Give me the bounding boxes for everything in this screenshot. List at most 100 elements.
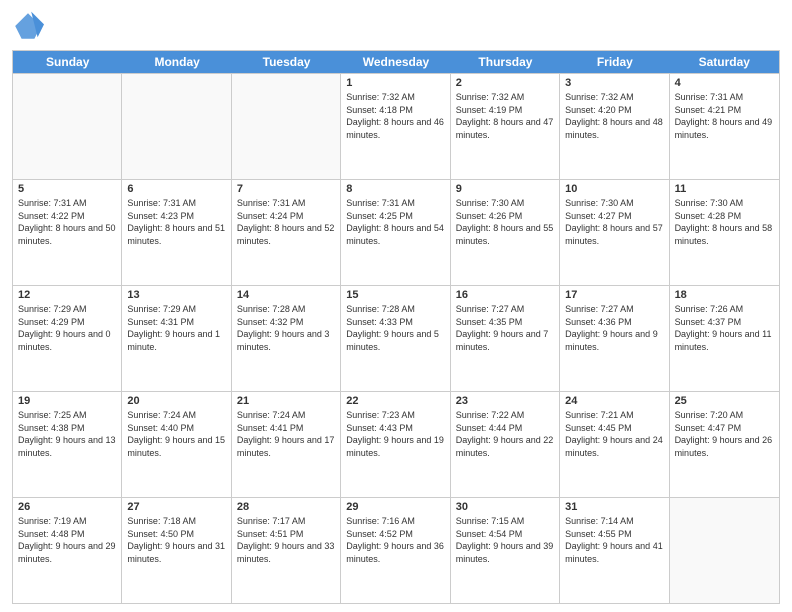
day-number: 20 [127, 395, 225, 407]
cell-content: Sunrise: 7:25 AM Sunset: 4:38 PM Dayligh… [18, 409, 116, 459]
calendar-row-3: 19 Sunrise: 7:25 AM Sunset: 4:38 PM Dayli… [13, 391, 779, 497]
cell-content: Sunrise: 7:31 AM Sunset: 4:25 PM Dayligh… [346, 197, 444, 247]
day-cell-28: 28 Sunrise: 7:17 AM Sunset: 4:51 PM Dayli… [232, 498, 341, 603]
cell-content: Sunrise: 7:20 AM Sunset: 4:47 PM Dayligh… [675, 409, 774, 459]
day-number: 23 [456, 395, 554, 407]
cell-content: Sunrise: 7:15 AM Sunset: 4:54 PM Dayligh… [456, 515, 554, 565]
logo-icon [12, 10, 44, 42]
cell-content: Sunrise: 7:21 AM Sunset: 4:45 PM Dayligh… [565, 409, 663, 459]
day-number: 21 [237, 395, 335, 407]
day-cell-20: 20 Sunrise: 7:24 AM Sunset: 4:40 PM Dayli… [122, 392, 231, 497]
cell-content: Sunrise: 7:31 AM Sunset: 4:23 PM Dayligh… [127, 197, 225, 247]
cell-content: Sunrise: 7:28 AM Sunset: 4:33 PM Dayligh… [346, 303, 444, 353]
cell-content: Sunrise: 7:30 AM Sunset: 4:27 PM Dayligh… [565, 197, 663, 247]
day-cell-19: 19 Sunrise: 7:25 AM Sunset: 4:38 PM Dayli… [13, 392, 122, 497]
day-number: 24 [565, 395, 663, 407]
cell-content: Sunrise: 7:30 AM Sunset: 4:28 PM Dayligh… [675, 197, 774, 247]
header-day-friday: Friday [560, 51, 669, 73]
header-day-wednesday: Wednesday [341, 51, 450, 73]
cell-content: Sunrise: 7:17 AM Sunset: 4:51 PM Dayligh… [237, 515, 335, 565]
cell-content: Sunrise: 7:23 AM Sunset: 4:43 PM Dayligh… [346, 409, 444, 459]
day-number: 2 [456, 77, 554, 89]
cell-content: Sunrise: 7:29 AM Sunset: 4:29 PM Dayligh… [18, 303, 116, 353]
logo [12, 10, 48, 42]
cell-content: Sunrise: 7:27 AM Sunset: 4:36 PM Dayligh… [565, 303, 663, 353]
day-cell-23: 23 Sunrise: 7:22 AM Sunset: 4:44 PM Dayli… [451, 392, 560, 497]
day-number: 30 [456, 501, 554, 513]
day-cell-26: 26 Sunrise: 7:19 AM Sunset: 4:48 PM Dayli… [13, 498, 122, 603]
day-number: 18 [675, 289, 774, 301]
cell-content: Sunrise: 7:31 AM Sunset: 4:21 PM Dayligh… [675, 91, 774, 141]
day-cell-16: 16 Sunrise: 7:27 AM Sunset: 4:35 PM Dayli… [451, 286, 560, 391]
day-cell-25: 25 Sunrise: 7:20 AM Sunset: 4:47 PM Dayli… [670, 392, 779, 497]
day-cell-27: 27Sunrise: 7:18 AM Sunset: 4:50 PM Dayli… [122, 498, 231, 603]
cell-content: Sunrise: 7:22 AM Sunset: 4:44 PM Dayligh… [456, 409, 554, 459]
header-day-thursday: Thursday [451, 51, 560, 73]
day-number: 17 [565, 289, 663, 301]
empty-cell [13, 74, 122, 179]
day-number: 19 [18, 395, 116, 407]
day-number: 10 [565, 183, 663, 195]
day-number: 28 [237, 501, 335, 513]
day-number: 9 [456, 183, 554, 195]
day-cell-18: 18 Sunrise: 7:26 AM Sunset: 4:37 PM Dayli… [670, 286, 779, 391]
cell-content: Sunrise: 7:19 AM Sunset: 4:48 PM Dayligh… [18, 515, 116, 565]
calendar-row-0: 1 Sunrise: 7:32 AM Sunset: 4:18 PM Daylig… [13, 73, 779, 179]
cell-content: Sunrise: 7:32 AM Sunset: 4:20 PM Dayligh… [565, 91, 663, 141]
calendar: SundayMondayTuesdayWednesdayThursdayFrid… [12, 50, 780, 604]
day-cell-5: 5 Sunrise: 7:31 AM Sunset: 4:22 PM Daylig… [13, 180, 122, 285]
cell-content: Sunrise: 7:24 AM Sunset: 4:41 PM Dayligh… [237, 409, 335, 459]
header-day-sunday: Sunday [13, 51, 122, 73]
day-number: 8 [346, 183, 444, 195]
empty-cell [122, 74, 231, 179]
day-number: 27 [127, 501, 225, 513]
header-day-tuesday: Tuesday [232, 51, 341, 73]
day-number: 12 [18, 289, 116, 301]
cell-content: Sunrise: 7:32 AM Sunset: 4:18 PM Dayligh… [346, 91, 444, 141]
cell-content: Sunrise: 7:32 AM Sunset: 4:19 PM Dayligh… [456, 91, 554, 141]
day-cell-17: 17 Sunrise: 7:27 AM Sunset: 4:36 PM Dayli… [560, 286, 669, 391]
page-container: SundayMondayTuesdayWednesdayThursdayFrid… [0, 0, 792, 612]
calendar-body: 1 Sunrise: 7:32 AM Sunset: 4:18 PM Daylig… [13, 73, 779, 603]
day-number: 15 [346, 289, 444, 301]
day-number: 16 [456, 289, 554, 301]
day-number: 4 [675, 77, 774, 89]
day-cell-31: 31 Sunrise: 7:14 AM Sunset: 4:55 PM Dayli… [560, 498, 669, 603]
day-cell-29: 29Sunrise: 7:16 AM Sunset: 4:52 PM Dayli… [341, 498, 450, 603]
header [12, 10, 780, 42]
day-cell-2: 2 Sunrise: 7:32 AM Sunset: 4:19 PM Daylig… [451, 74, 560, 179]
day-number: 7 [237, 183, 335, 195]
day-number: 3 [565, 77, 663, 89]
day-cell-11: 11 Sunrise: 7:30 AM Sunset: 4:28 PM Dayli… [670, 180, 779, 285]
day-number: 31 [565, 501, 663, 513]
header-day-monday: Monday [122, 51, 231, 73]
cell-content: Sunrise: 7:30 AM Sunset: 4:26 PM Dayligh… [456, 197, 554, 247]
day-number: 11 [675, 183, 774, 195]
day-number: 25 [675, 395, 774, 407]
day-number: 29 [346, 501, 444, 513]
empty-cell [232, 74, 341, 179]
cell-content: Sunrise: 7:31 AM Sunset: 4:22 PM Dayligh… [18, 197, 116, 247]
cell-content: Sunrise: 7:27 AM Sunset: 4:35 PM Dayligh… [456, 303, 554, 353]
day-cell-21: 21 Sunrise: 7:24 AM Sunset: 4:41 PM Dayli… [232, 392, 341, 497]
cell-content: Sunrise: 7:31 AM Sunset: 4:24 PM Dayligh… [237, 197, 335, 247]
cell-content: Sunrise: 7:14 AM Sunset: 4:55 PM Dayligh… [565, 515, 663, 565]
header-day-saturday: Saturday [670, 51, 779, 73]
calendar-row-4: 26 Sunrise: 7:19 AM Sunset: 4:48 PM Dayli… [13, 497, 779, 603]
day-cell-14: 14Sunrise: 7:28 AM Sunset: 4:32 PM Dayli… [232, 286, 341, 391]
day-number: 14 [237, 289, 335, 301]
day-number: 13 [127, 289, 225, 301]
day-cell-12: 12 Sunrise: 7:29 AM Sunset: 4:29 PM Dayli… [13, 286, 122, 391]
day-cell-3: 3 Sunrise: 7:32 AM Sunset: 4:20 PM Daylig… [560, 74, 669, 179]
empty-cell [670, 498, 779, 603]
cell-content: Sunrise: 7:24 AM Sunset: 4:40 PM Dayligh… [127, 409, 225, 459]
day-cell-15: 15 Sunrise: 7:28 AM Sunset: 4:33 PM Dayli… [341, 286, 450, 391]
day-cell-4: 4 Sunrise: 7:31 AM Sunset: 4:21 PM Daylig… [670, 74, 779, 179]
day-number: 5 [18, 183, 116, 195]
day-number: 26 [18, 501, 116, 513]
cell-content: Sunrise: 7:26 AM Sunset: 4:37 PM Dayligh… [675, 303, 774, 353]
day-cell-24: 24 Sunrise: 7:21 AM Sunset: 4:45 PM Dayli… [560, 392, 669, 497]
day-number: 1 [346, 77, 444, 89]
day-cell-6: 6Sunrise: 7:31 AM Sunset: 4:23 PM Daylig… [122, 180, 231, 285]
cell-content: Sunrise: 7:29 AM Sunset: 4:31 PM Dayligh… [127, 303, 225, 353]
